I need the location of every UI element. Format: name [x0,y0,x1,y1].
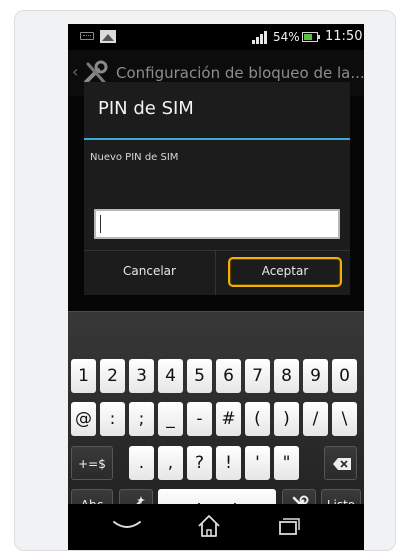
dialog-title: PIN de SIM [98,98,194,119]
key-apostrophe[interactable]: ' [245,446,270,480]
pin-input[interactable] [94,209,340,239]
phone-screen: 54% 11:50 ‹ Configuración de bloqueo de … [68,24,364,550]
key-0[interactable]: 0 [332,359,357,393]
key-1[interactable]: 1 [71,359,96,393]
text-cursor [100,215,101,233]
battery-icon [302,32,320,42]
key-question[interactable]: ? [187,446,212,480]
key-backslash[interactable]: \ [332,402,357,436]
dialog-button-row: Cancelar Aceptar [84,250,350,295]
cancel-button[interactable]: Cancelar [84,251,216,295]
image-notification-icon [100,30,116,43]
back-nav-icon[interactable] [112,518,142,534]
key-exclamation[interactable]: ! [216,446,241,480]
key-quote[interactable]: " [274,446,299,480]
battery-percentage: 54% [273,30,300,44]
key-4[interactable]: 4 [158,359,183,393]
key-semicolon[interactable]: ; [129,402,154,436]
key-comma[interactable]: , [158,446,183,480]
backspace-key[interactable] [324,446,357,480]
sim-pin-dialog: PIN de SIM Nuevo PIN de SIM Cancelar Ace… [84,82,350,295]
action-bar-title: Configuración de bloqueo de la... [116,64,364,82]
on-screen-keyboard: 1 2 3 4 5 6 7 8 9 0 @ : ; _ - # ( ) / \ … [68,311,364,519]
key-7[interactable]: 7 [245,359,270,393]
key-3[interactable]: 3 [129,359,154,393]
key-at[interactable]: @ [71,402,96,436]
key-period[interactable]: . [129,446,154,480]
key-6[interactable]: 6 [216,359,241,393]
key-9[interactable]: 9 [303,359,328,393]
accept-button[interactable]: Aceptar [228,257,342,287]
backspace-icon [333,458,351,470]
keyboard-notification-icon [80,32,94,40]
key-open-paren[interactable]: ( [245,402,270,436]
status-bar: 54% 11:50 [68,24,364,50]
key-colon[interactable]: : [100,402,125,436]
navigation-bar [68,504,364,550]
recent-apps-icon[interactable] [278,517,300,535]
signal-icon [252,31,270,44]
clock: 11:50 [325,29,363,44]
key-underscore[interactable]: _ [158,402,183,436]
home-nav-icon[interactable] [196,513,222,539]
key-5[interactable]: 5 [187,359,212,393]
key-8[interactable]: 8 [274,359,299,393]
back-chevron-icon[interactable]: ‹ [72,64,78,80]
symbols-key[interactable]: +=$ [71,446,113,480]
key-hyphen[interactable]: - [187,402,212,436]
dialog-message: Nuevo PIN de SIM [90,152,179,163]
key-slash[interactable]: / [303,402,328,436]
key-hash[interactable]: # [216,402,241,436]
key-close-paren[interactable]: ) [274,402,299,436]
dialog-divider [84,138,350,140]
key-2[interactable]: 2 [100,359,125,393]
